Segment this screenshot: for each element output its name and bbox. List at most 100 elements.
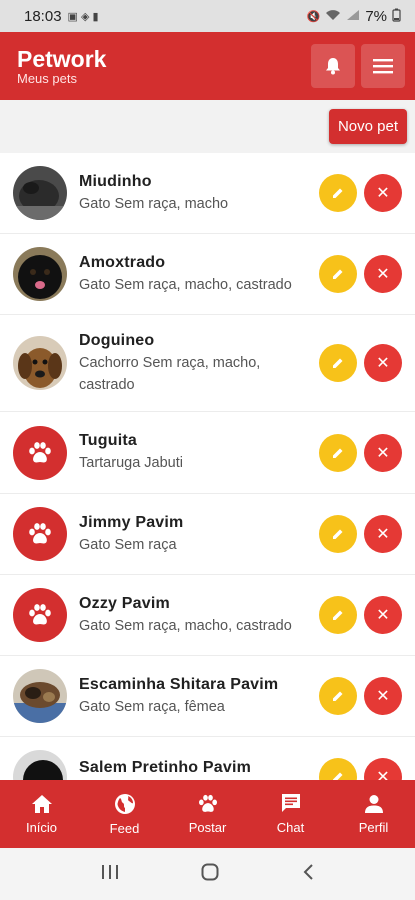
- delete-button[interactable]: ✕: [364, 434, 402, 472]
- pencil-icon: [333, 610, 343, 620]
- delete-button[interactable]: ✕: [364, 255, 402, 293]
- pencil-icon: [333, 772, 343, 780]
- recent-apps-icon: [102, 864, 119, 879]
- status-time: 18:03: [24, 7, 62, 25]
- home-icon: [31, 794, 52, 813]
- pet-row-doguineo[interactable]: Doguineo Cachorro Sem raça, macho, castr…: [0, 315, 415, 412]
- pencil-icon: [333, 269, 343, 279]
- system-nav-bar: [0, 848, 415, 900]
- pet-description: Tartaruga Jabuti: [79, 455, 183, 471]
- nav-label: Início: [25, 819, 58, 835]
- pet-description: Cachorro Sem raça, macho, castrado: [79, 355, 261, 393]
- pet-avatar-paw: [13, 507, 67, 561]
- nav-label: Chat: [276, 820, 305, 835]
- mute-icon: 🔇: [306, 10, 321, 23]
- close-icon: ✕: [376, 688, 390, 705]
- nav-label: Perfil: [358, 819, 389, 835]
- battery-icon: [392, 8, 401, 25]
- signal-icon: [346, 9, 360, 24]
- menu-button[interactable]: [361, 44, 405, 88]
- pet-name: Ozzy Pavim: [79, 595, 170, 612]
- close-icon: ✕: [376, 445, 390, 462]
- delete-button[interactable]: ✕: [364, 344, 402, 382]
- pet-row-salem-pretinho-pavim[interactable]: Salem Pretinho Pavim ✕: [0, 737, 415, 780]
- close-icon: ✕: [376, 607, 390, 624]
- edit-button[interactable]: [319, 758, 357, 780]
- pet-avatar-photo: [13, 750, 67, 780]
- pet-avatar-photo: [13, 336, 67, 390]
- pet-avatar-paw: [13, 588, 67, 642]
- pencil-icon: [333, 529, 343, 539]
- delete-button[interactable]: ✕: [364, 758, 402, 780]
- pet-name: Jimmy Pavim: [79, 514, 184, 531]
- battery-percent: 7%: [365, 7, 387, 25]
- pet-list: Miudinho Gato Sem raça, macho ✕ Amoxtrad…: [0, 153, 415, 780]
- pet-name: Amoxtrado: [79, 254, 166, 271]
- bell-icon: [326, 58, 340, 75]
- pet-description: Gato Sem raça: [79, 537, 177, 553]
- edit-button[interactable]: [319, 596, 357, 634]
- delete-button[interactable]: ✕: [364, 677, 402, 715]
- bottom-nav: Início Feed Postar Chat Perfil: [0, 780, 415, 848]
- pet-row-amoxtrado[interactable]: Amoxtrado Gato Sem raça, macho, castrado…: [0, 234, 415, 315]
- pet-row-miudinho[interactable]: Miudinho Gato Sem raça, macho ✕: [0, 153, 415, 234]
- notification-icon: ▣ ◈ ▮: [67, 10, 99, 23]
- pet-description: Gato Sem raça, fêmea: [79, 699, 225, 715]
- pet-row-tuguita[interactable]: Tuguita Tartaruga Jabuti ✕: [0, 412, 415, 494]
- back-icon: [303, 863, 313, 880]
- paw-icon: [29, 442, 51, 463]
- home-button[interactable]: [201, 863, 219, 886]
- pet-avatar-photo: [13, 669, 67, 723]
- status-bar: 18:03 ▣ ◈ ▮ 🔇 7%: [0, 0, 415, 32]
- new-pet-button[interactable]: Novo pet: [328, 109, 407, 144]
- back-button[interactable]: [302, 863, 314, 886]
- edit-button[interactable]: [319, 677, 357, 715]
- home-circle-icon: [201, 863, 219, 880]
- pet-description: Gato Sem raça, macho, castrado: [79, 277, 292, 293]
- delete-button[interactable]: ✕: [364, 174, 402, 212]
- nav-label: Postar: [188, 819, 227, 835]
- edit-button[interactable]: [319, 515, 357, 553]
- pet-name: Tuguita: [79, 432, 137, 449]
- pet-row-jimmy-pavim[interactable]: Jimmy Pavim Gato Sem raça ✕: [0, 494, 415, 575]
- delete-button[interactable]: ✕: [364, 515, 402, 553]
- recent-apps-button[interactable]: [101, 864, 119, 885]
- nav-chat[interactable]: Chat: [249, 780, 332, 848]
- nav-inicio[interactable]: Início: [0, 780, 83, 848]
- list-toolbar: Novo pet: [0, 100, 415, 153]
- nav-label: Feed: [109, 820, 140, 836]
- pet-description: Gato Sem raça, macho, castrado: [79, 618, 292, 634]
- pet-description: Gato Sem raça, macho: [79, 196, 229, 212]
- notifications-button[interactable]: [311, 44, 355, 88]
- pet-avatar-photo: [13, 166, 67, 220]
- close-icon: ✕: [376, 526, 390, 543]
- pet-avatar-paw: [13, 426, 67, 480]
- pet-name: Escaminha Shitara Pavim: [79, 676, 279, 693]
- edit-button[interactable]: [319, 434, 357, 472]
- nav-postar[interactable]: Postar: [166, 780, 249, 848]
- chat-icon: [281, 794, 300, 812]
- pet-name: Doguineo: [79, 332, 155, 349]
- nav-perfil[interactable]: Perfil: [332, 780, 415, 848]
- pet-row-ozzy-pavim[interactable]: Ozzy Pavim Gato Sem raça, macho, castrad…: [0, 575, 415, 656]
- edit-button[interactable]: [319, 344, 357, 382]
- paw-icon: [29, 604, 51, 625]
- hamburger-icon: [373, 59, 393, 74]
- delete-button[interactable]: ✕: [364, 596, 402, 634]
- nav-feed[interactable]: Feed: [83, 780, 166, 848]
- pet-avatar-photo: [13, 247, 67, 301]
- page-subtitle: Meus pets: [17, 71, 77, 86]
- globe-icon: [114, 793, 135, 814]
- pet-name: Miudinho: [79, 173, 152, 190]
- pencil-icon: [333, 188, 343, 198]
- pet-row-escaminha-shitara-pavim[interactable]: Escaminha Shitara Pavim Gato Sem raça, f…: [0, 656, 415, 737]
- paw-icon: [198, 794, 217, 812]
- close-icon: ✕: [376, 185, 390, 202]
- app-title: Petwork: [17, 46, 107, 72]
- edit-button[interactable]: [319, 255, 357, 293]
- pet-name: Salem Pretinho Pavim: [79, 759, 252, 776]
- close-icon: ✕: [376, 769, 390, 780]
- edit-button[interactable]: [319, 174, 357, 212]
- person-icon: [364, 794, 383, 813]
- close-icon: ✕: [376, 355, 390, 372]
